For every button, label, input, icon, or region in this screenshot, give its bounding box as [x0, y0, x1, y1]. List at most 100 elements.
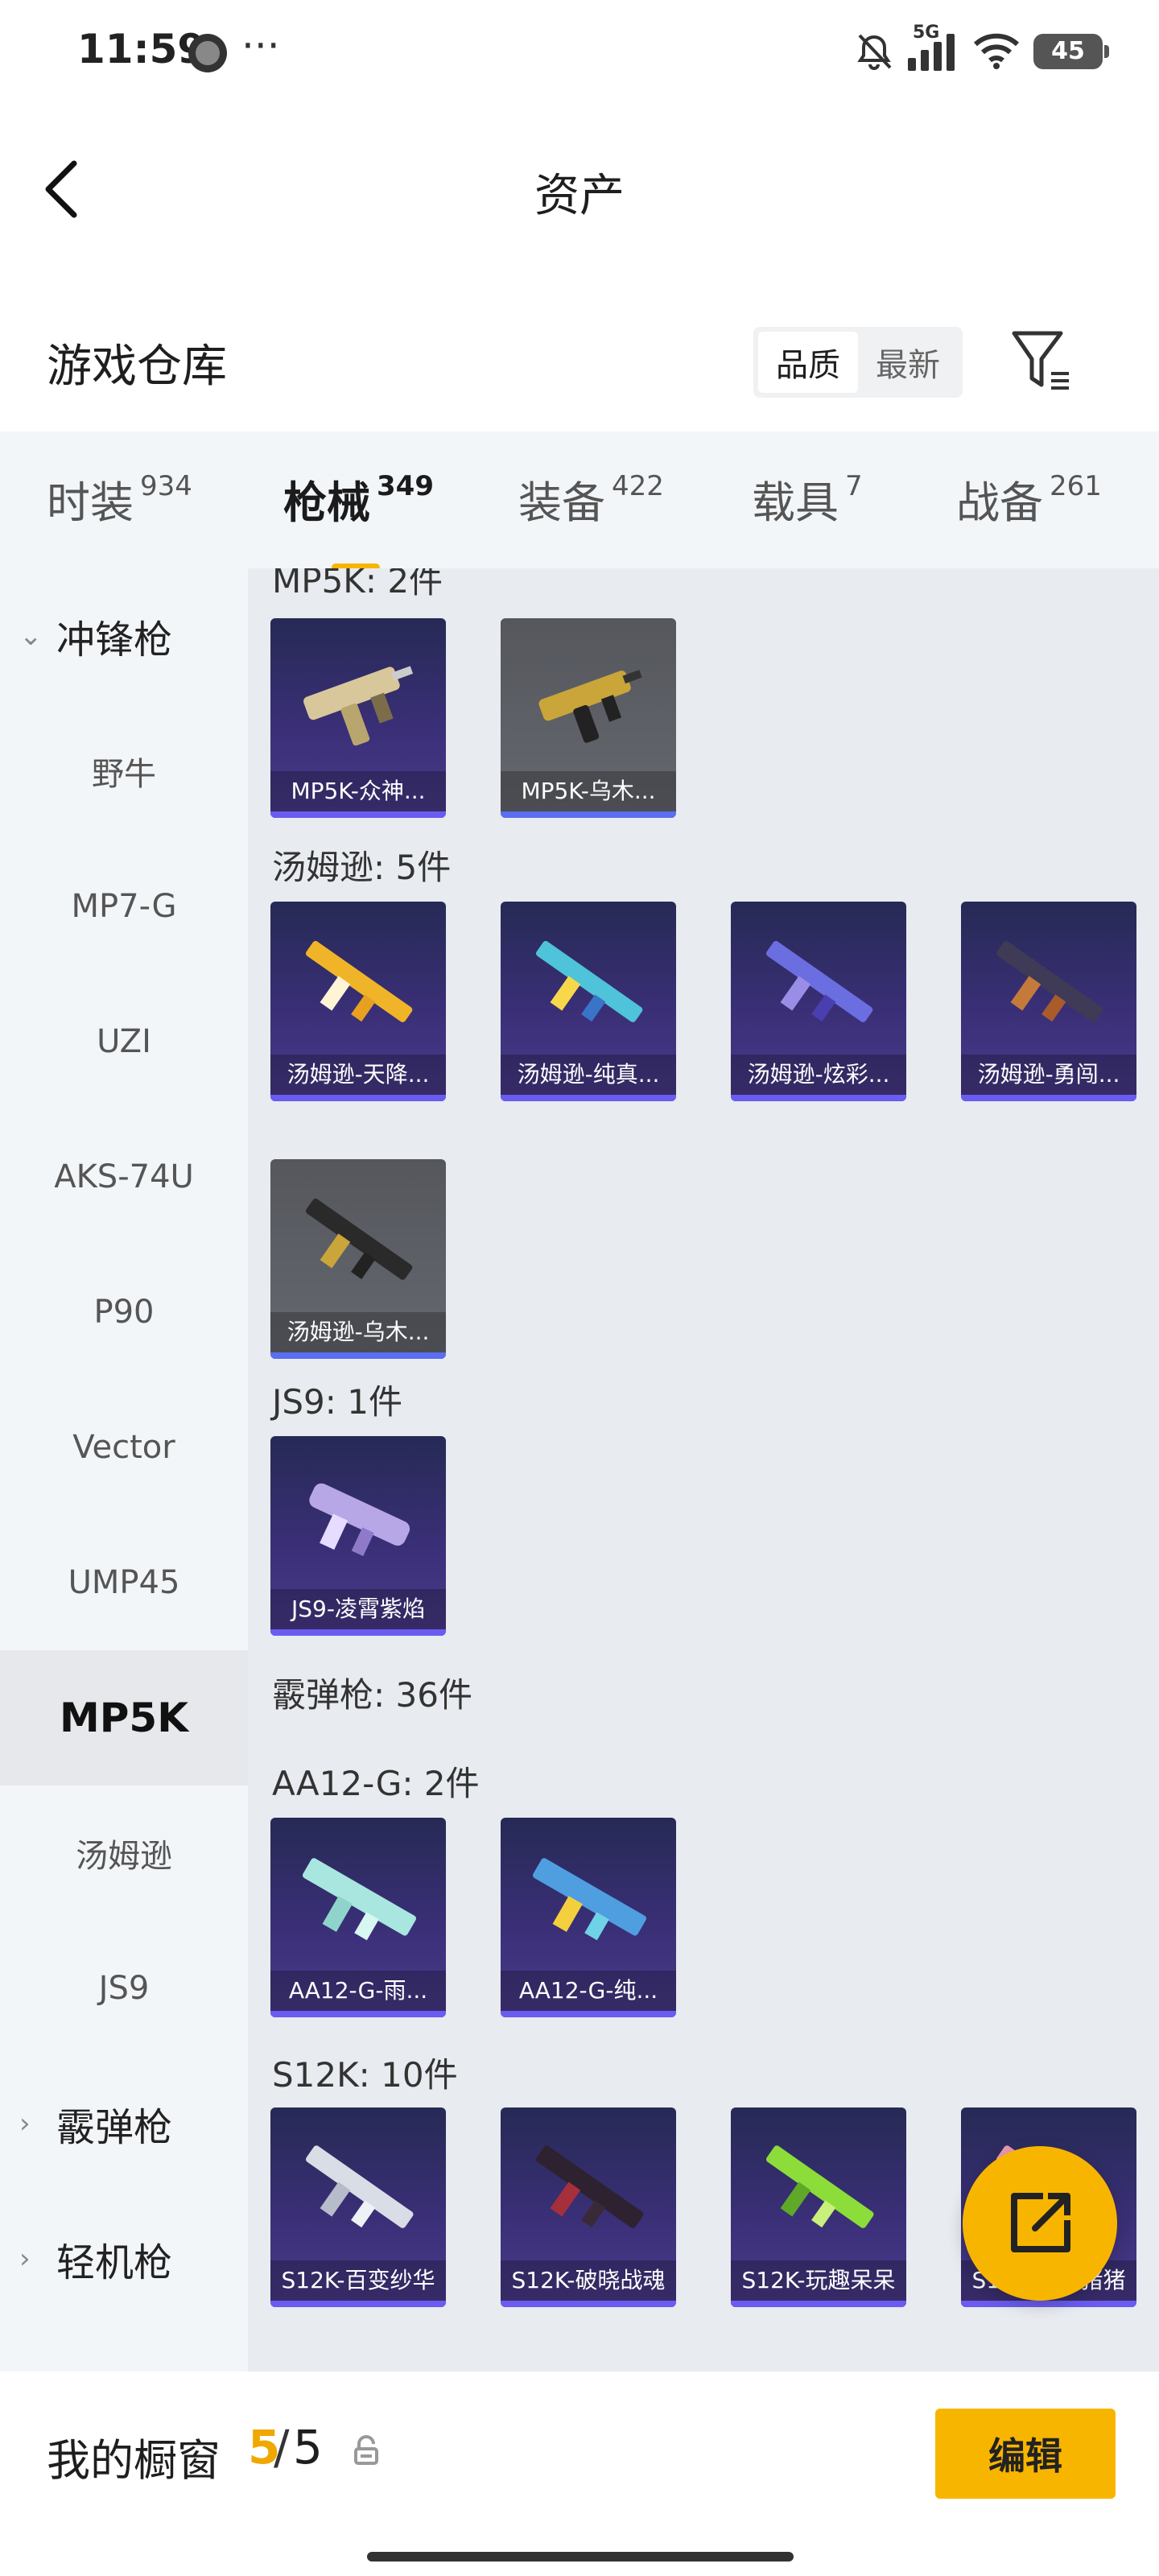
category-tabs: 时装 934 枪械 349 装备 422 载具 7 战备 261 [0, 431, 1159, 572]
rarity-stripe [270, 1352, 446, 1359]
mp5k-gun-icon [303, 666, 414, 746]
sidebar-group-shotgun[interactable]: › 霰弹枪 [0, 2056, 248, 2191]
sort-latest-button[interactable]: 最新 [858, 332, 958, 393]
sidebar-item-bizon[interactable]: 野牛 [0, 704, 248, 839]
rarity-stripe [961, 2301, 1136, 2307]
tab-count: 934 [140, 470, 192, 502]
sort-quality-button[interactable]: 品质 [758, 332, 858, 393]
weapon-card-name: MP5K-乌木... [501, 771, 676, 811]
rarity-stripe [270, 1095, 446, 1101]
clock-icon [188, 34, 227, 72]
weapon-card[interactable]: S12K-玩趣呆呆 [731, 2107, 906, 2307]
thompson-gun-icon [765, 940, 873, 1022]
weapon-grid: MP5K: 2件 MP5K-众神... MP5K-乌木... 汤姆逊: 5件 汤… [248, 568, 1159, 2372]
sidebar-group-lmg[interactable]: › 轻机枪 [0, 2191, 248, 2326]
sidebar-item-js9[interactable]: JS9 [0, 1921, 248, 2056]
tab-label: 载具 [752, 477, 839, 528]
lock-icon [354, 2435, 378, 2465]
tab-guns[interactable]: 枪械 349 [283, 467, 434, 572]
tab-fashion[interactable]: 时装 934 [47, 467, 192, 530]
weapon-card[interactable]: JS9-凌霄紫焰 [270, 1436, 446, 1636]
sidebar-item-vector[interactable]: Vector [0, 1380, 248, 1515]
section-title-s12k: S12K: 10件 [272, 2055, 458, 2095]
mp5k-gun-icon [538, 670, 642, 743]
weapon-card[interactable]: 汤姆逊-乌木... [270, 1159, 446, 1359]
section-title-aa12g: AA12-G: 2件 [272, 1764, 480, 1803]
thompson-gun-icon [996, 940, 1103, 1022]
weapon-card[interactable]: S12K-破晓战魂 [501, 2107, 676, 2307]
rarity-stripe [501, 2301, 676, 2307]
edit-button[interactable]: 编辑 [935, 2409, 1116, 2499]
s12k-gun-icon [305, 2145, 414, 2228]
chevron-right-icon: › [19, 2107, 31, 2140]
weapon-card[interactable]: 汤姆逊-炫彩... [731, 902, 906, 1101]
section-title-shotgun: 霰弹枪: 36件 [272, 1675, 472, 1715]
page-title: 资产 [534, 170, 625, 222]
signal-icon: 5G [908, 23, 959, 71]
rarity-stripe [731, 1095, 906, 1101]
tab-label: 枪械 [283, 477, 370, 528]
weapon-card[interactable]: S12K-百变纱华 [270, 2107, 446, 2307]
weapon-card[interactable]: 汤姆逊-天降... [270, 902, 446, 1101]
showcase-separator: / [274, 2420, 290, 2475]
thompson-gun-icon [305, 940, 413, 1022]
aa12g-gun-icon [303, 1858, 416, 1941]
weapon-card-name: S12K-破晓战魂 [501, 2260, 676, 2301]
weapon-card-name: JS9-凌霄紫焰 [270, 1589, 446, 1629]
rarity-stripe [731, 2301, 906, 2307]
tab-vehicles[interactable]: 载具 7 [752, 467, 863, 530]
weapon-card[interactable]: MP5K-乌木... [501, 618, 676, 818]
showcase-total-count: 5 [293, 2420, 323, 2475]
weapon-card[interactable]: 汤姆逊-纯真... [501, 902, 676, 1101]
thompson-gun-icon [305, 1198, 413, 1280]
showcase-label: 我的橱窗 [47, 2435, 221, 2486]
chevron-down-icon: ⌄ [19, 620, 43, 652]
sidebar-item-label: 冲锋枪 [56, 617, 173, 663]
tab-label: 时装 [47, 477, 134, 528]
sidebar-item-p90[interactable]: P90 [0, 1245, 248, 1380]
section-title-js9: JS9: 1件 [272, 1382, 402, 1422]
sidebar-item-aks74u[interactable]: AKS-74U [0, 1109, 248, 1245]
rarity-stripe [501, 2011, 676, 2017]
home-indicator [367, 2552, 794, 2562]
weapon-card-name: S12K-百变纱华 [270, 2260, 446, 2301]
weapon-card-name: 汤姆逊-炫彩... [731, 1055, 906, 1095]
rarity-stripe [270, 2301, 446, 2307]
weapon-card[interactable]: AA12-G-纯... [501, 1818, 676, 2017]
tab-count: 261 [1050, 470, 1102, 502]
weapon-card-name: MP5K-众神... [270, 771, 446, 811]
sidebar-item-thompson[interactable]: 汤姆逊 [0, 1785, 248, 1921]
status-time: 11:59 [77, 26, 206, 72]
app-root: 11:59 ··· 5G 45 资产 游戏仓库 品质 最新 时装 934 枪械 … [0, 0, 1159, 2576]
tab-label: 战备 [956, 477, 1043, 528]
weapon-card-name: 汤姆逊-纯真... [501, 1055, 676, 1095]
tab-supplies[interactable]: 战备 261 [956, 467, 1102, 530]
wifi-icon [972, 30, 1021, 73]
rarity-stripe [270, 811, 446, 818]
weapon-card[interactable]: MP5K-众神... [270, 618, 446, 818]
sidebar-item-mp5k[interactable]: MP5K [0, 1650, 248, 1785]
status-bar: 11:59 ··· 5G 45 [0, 0, 1159, 105]
s12k-gun-icon [765, 2145, 874, 2228]
section-title-thompson: 汤姆逊: 5件 [272, 848, 452, 887]
weapon-card-name: S12K-玩趣呆呆 [731, 2260, 906, 2301]
sidebar-item-label: 霰弹枪 [56, 2105, 173, 2150]
tab-equipment[interactable]: 装备 422 [518, 467, 664, 530]
sidebar-group-smg[interactable]: ⌄ 冲锋枪 [0, 568, 248, 704]
sidebar-item-ump45[interactable]: UMP45 [0, 1515, 248, 1650]
share-button[interactable] [963, 2146, 1117, 2301]
tab-label: 装备 [518, 477, 605, 528]
s12k-gun-icon [535, 2145, 644, 2228]
weapon-card-name: AA12-G-纯... [501, 1971, 676, 2011]
filter-icon[interactable] [1009, 327, 1074, 394]
weapon-card[interactable]: AA12-G-雨... [270, 1818, 446, 2017]
sidebar-item-uzi[interactable]: UZI [0, 974, 248, 1109]
weapon-card-name: 汤姆逊-天降... [270, 1055, 446, 1095]
showcase-bar: 我的橱窗 5 / 5 编辑 [0, 2372, 1159, 2576]
weapon-card[interactable]: 汤姆逊-勇闯... [961, 902, 1136, 1101]
more-dots: ··· [241, 23, 280, 69]
battery-icon: 45 [1033, 34, 1109, 69]
rarity-stripe [961, 1095, 1136, 1101]
sidebar-item-mp7g[interactable]: MP7-G [0, 839, 248, 974]
weapon-card-name: AA12-G-雨... [270, 1971, 446, 2011]
